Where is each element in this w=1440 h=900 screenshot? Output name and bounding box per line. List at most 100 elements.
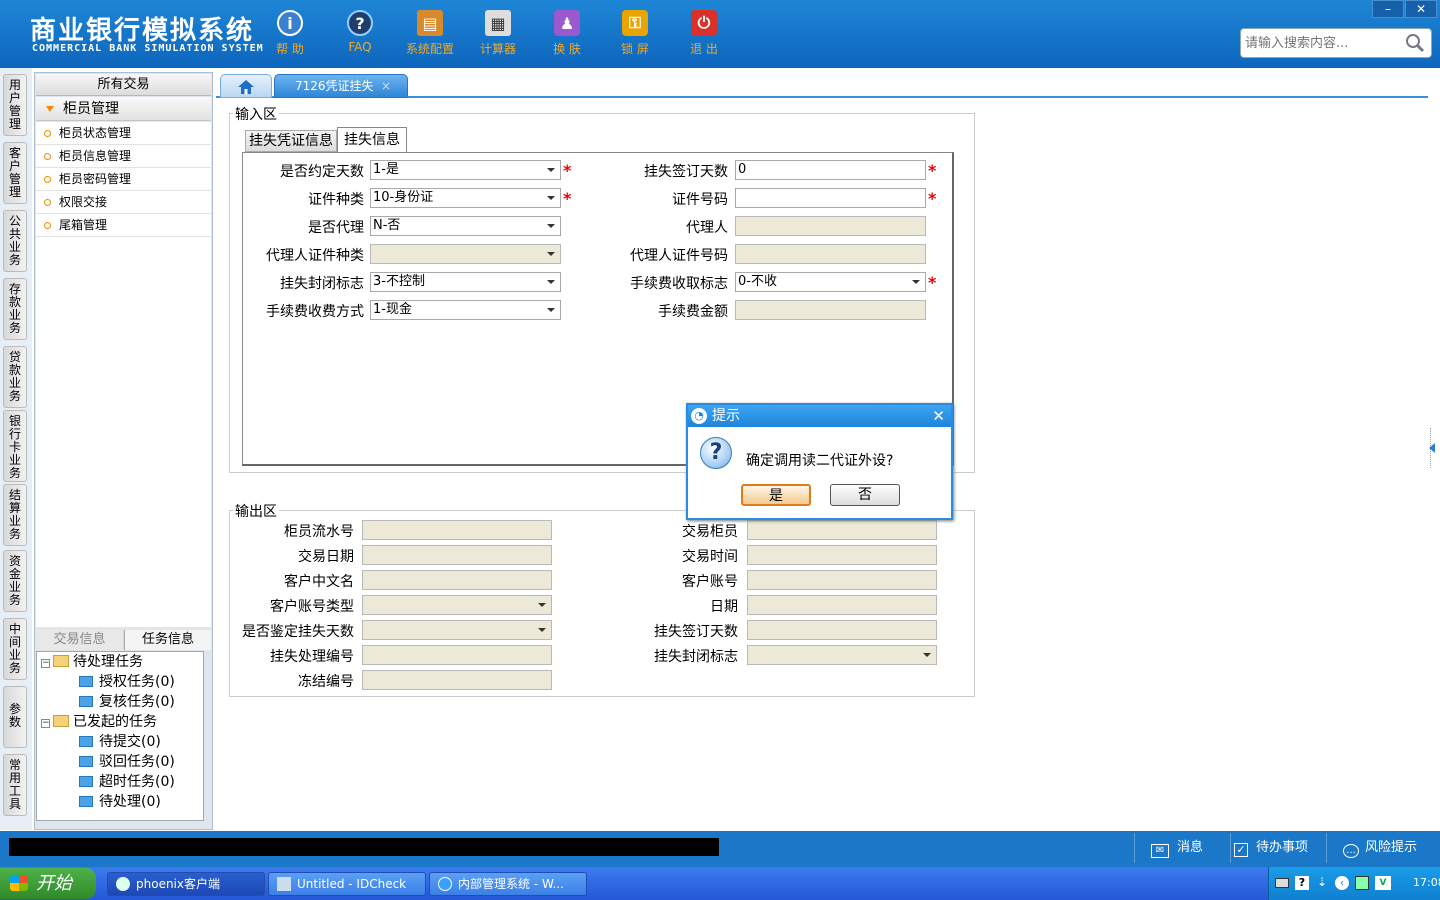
seal-flag-select[interactable]: 3-不控制 [370, 272, 561, 292]
nav-item-tail-box[interactable]: 尾箱管理 [36, 214, 211, 237]
fee-method-select[interactable]: 1-现金 [370, 300, 561, 320]
tree-node-review[interactable]: 复核任务(0) [79, 692, 175, 712]
nav-item-teller-info[interactable]: 柜员信息管理 [36, 145, 211, 168]
start-button[interactable]: 开始 [0, 868, 96, 899]
agent-id-type-select[interactable] [370, 244, 561, 264]
no-button[interactable]: 否 [830, 484, 900, 506]
fee-flag-select[interactable]: 0-不收 [735, 272, 926, 292]
ie-icon [438, 877, 452, 891]
id-type-select[interactable]: 10-身份证 [370, 188, 561, 208]
expand-icon [46, 106, 54, 112]
tree-node-initiated[interactable]: − 已发起的任务 [41, 712, 157, 732]
is-agent-select[interactable]: N-否 [370, 216, 561, 236]
module-tab-public[interactable]: 公共业务 [3, 210, 27, 272]
fee-amount-input[interactable] [735, 300, 926, 320]
tree-node-authorize[interactable]: 授权任务(0) [79, 672, 175, 692]
help-tray-icon[interactable]: ? [1295, 876, 1309, 890]
search-input[interactable] [1241, 29, 1401, 57]
risk-alert-button[interactable]: … 风险提示 [1326, 833, 1440, 863]
network-icon[interactable] [1355, 876, 1369, 890]
taskbar-item-idcheck[interactable]: Untitled - IDCheck [268, 872, 426, 896]
system-config-button[interactable]: ▤ 系统配置 [398, 8, 462, 64]
field-label-agreed-days: 是否约定天数 [280, 164, 364, 180]
module-tab-customer[interactable]: 客户管理 [3, 142, 27, 204]
output-area-legend: 输出区 [233, 501, 279, 521]
nav-item-teller-password[interactable]: 柜员密码管理 [36, 168, 211, 191]
tab-voucher-loss[interactable]: 7126凭证挂失 × [274, 74, 408, 98]
collapse-arrow-icon[interactable] [1429, 443, 1435, 453]
out-account-type [362, 595, 552, 615]
tab-voucher-info[interactable]: 挂失凭证信息 [245, 130, 337, 152]
faq-button[interactable]: ? FAQ [328, 8, 392, 64]
task-icon [79, 736, 93, 747]
module-tab-intermediate[interactable]: 中间业务 [3, 618, 27, 680]
search-icon[interactable] [1405, 33, 1425, 53]
tab-loss-info[interactable]: 挂失信息 [337, 127, 407, 153]
nav-header[interactable]: 所有交易 [36, 74, 211, 96]
question-icon: ? [347, 10, 373, 36]
close-window-button[interactable]: ✕ [1405, 0, 1437, 18]
task-icon [79, 696, 93, 707]
yes-button[interactable]: 是 [741, 484, 811, 506]
nav-item-permission-handover[interactable]: 权限交接 [36, 191, 211, 214]
id-number-input[interactable] [735, 188, 926, 208]
module-tab-params[interactable]: 参数 [3, 686, 27, 748]
lock-screen-button[interactable]: ⚿ 锁 屏 [603, 8, 667, 64]
nav-item-teller-status[interactable]: 柜员状态管理 [36, 122, 211, 145]
nav-empty-area [36, 237, 211, 627]
module-tab-card[interactable]: 银行卡业务 [3, 410, 27, 482]
change-skin-button[interactable]: ♟ 换 肤 [535, 8, 599, 64]
task-tabs: 交易信息 任务信息 [36, 630, 211, 650]
speech-bubble-icon: … [1343, 844, 1359, 858]
todo-button[interactable]: ✓ 待办事项 [1230, 833, 1326, 863]
tree-node-to-process[interactable]: 待处理(0) [79, 792, 161, 812]
tab-task-info[interactable]: 任务信息 [124, 630, 211, 650]
agreed-days-select[interactable]: 1-是 [370, 160, 561, 180]
home-icon [238, 80, 254, 94]
tree-node-rejected[interactable]: 驳回任务(0) [79, 752, 175, 772]
info-icon: i [277, 10, 303, 36]
messages-button[interactable]: ✉ 消息 [1134, 833, 1230, 863]
calculator-button[interactable]: ▦ 计算器 [466, 8, 530, 64]
field-label-agent-id-type: 代理人证件种类 [266, 248, 364, 264]
calculator-icon: ▦ [485, 10, 511, 36]
exit-button[interactable]: ⏻ 退 出 [672, 8, 736, 64]
tab-home[interactable] [220, 74, 272, 98]
field-label-fee-flag: 手续费收取标志 [630, 276, 728, 292]
arrow-tray-icon[interactable]: ⇣ [1317, 875, 1327, 889]
signed-days-input[interactable]: 0 [735, 160, 926, 180]
tab-transaction-info[interactable]: 交易信息 [36, 630, 123, 650]
out-freeze-number [362, 670, 552, 690]
collapse-tray-icon[interactable]: ‹ [1335, 876, 1349, 890]
app-icon [116, 877, 130, 891]
keyboard-icon[interactable] [1275, 878, 1289, 888]
module-tab-tools[interactable]: 常用工具 [3, 754, 27, 816]
out-label-signed-days: 挂失签订天数 [654, 624, 738, 640]
tree-node-timeout[interactable]: 超时任务(0) [79, 772, 175, 792]
out-label-trade-time: 交易时间 [682, 549, 738, 565]
bullet-icon [44, 130, 51, 137]
tree-node-to-submit[interactable]: 待提交(0) [79, 732, 161, 752]
taskbar-item-phoenix[interactable]: phoenix客户端 [107, 872, 265, 896]
module-tab-loan[interactable]: 贷款业务 [3, 346, 27, 408]
close-tab-icon[interactable]: × [381, 75, 391, 97]
tree-node-pending[interactable]: − 待处理任务 [41, 652, 143, 672]
task-icon [79, 796, 93, 807]
nav-group-teller[interactable]: 柜员管理 [36, 97, 211, 121]
clock: 17:08 [1413, 876, 1440, 889]
vpn-icon[interactable]: V [1375, 876, 1391, 890]
taskbar-item-internal-mgmt[interactable]: 内部管理系统 - W... [429, 872, 587, 896]
module-tab-user[interactable]: 用户管理 [3, 74, 27, 136]
agent-input[interactable] [735, 216, 926, 236]
help-button[interactable]: i帮 助 [258, 8, 322, 64]
module-tab-funds[interactable]: 资金业务 [3, 550, 27, 612]
out-label-trade-teller: 交易柜员 [682, 524, 738, 540]
dialog-close-icon[interactable]: ✕ [932, 405, 945, 427]
out-date [747, 595, 937, 615]
out-trade-time [747, 545, 937, 565]
module-tab-settlement[interactable]: 结算业务 [3, 484, 27, 546]
out-signed-days [747, 620, 937, 640]
agent-id-number-input[interactable] [735, 244, 926, 264]
minimize-button[interactable]: – [1372, 0, 1404, 18]
module-tab-deposit[interactable]: 存款业务 [3, 278, 27, 340]
